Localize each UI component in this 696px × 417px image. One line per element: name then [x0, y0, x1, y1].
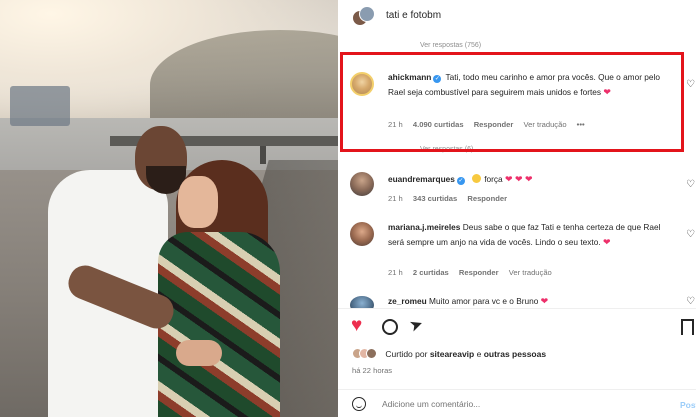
post-button[interactable]: Postar [680, 400, 696, 410]
heart-emoji-icon: ❤ [540, 296, 549, 306]
liked-by-prefix: Curtido por [385, 349, 428, 359]
share-icon[interactable]: ➤ [407, 315, 426, 336]
photo-woman-dress [158, 232, 280, 417]
comment-composer: Postar [338, 391, 696, 417]
avatar[interactable] [350, 222, 374, 246]
liked-by-others[interactable]: outras pessoas [484, 349, 546, 359]
liked-by-summary: Curtido por siteareavip e outras pessoas [352, 348, 546, 362]
comment-icon[interactable] [382, 319, 398, 335]
comment-text-block: mariana.j.meireles Deus sabe o que faz T… [388, 220, 678, 250]
avatar [359, 6, 375, 22]
avatar [366, 348, 377, 359]
post-photo [0, 0, 338, 417]
avatar[interactable] [350, 172, 374, 196]
divider [338, 308, 696, 309]
view-replies-faded[interactable]: Ver respostas (756) [420, 42, 481, 49]
heart-emoji-icon: ❤ ❤ ❤ [504, 174, 533, 184]
translate-link[interactable]: Ver tradução [509, 268, 552, 277]
photo-boat [10, 86, 70, 126]
comment-input[interactable] [382, 399, 622, 409]
comment-like-heart-icon[interactable]: ♡ [686, 80, 696, 90]
comment-like-heart-icon[interactable]: ♡ [686, 180, 696, 190]
comment-like-heart-icon[interactable]: ♡ [686, 230, 696, 240]
comment-item: euandremarques ✓ força ❤ ❤ ❤ 21 h 343 cur… [338, 170, 696, 210]
comment-text-block: ze_romeu Muito amor para vc e o Bruno ❤ [388, 294, 678, 308]
divider [338, 389, 696, 390]
comment-item: ze_romeu Muito amor para vc e o Bruno ❤ … [338, 294, 696, 308]
hugging-face-emoji-icon [472, 174, 482, 183]
reply-button[interactable]: Responder [467, 194, 507, 203]
comment-likes[interactable]: 2 curtidas [413, 268, 449, 277]
comment-username[interactable]: euandremarques [388, 174, 455, 184]
post-author-title[interactable]: tati e fotobm [386, 10, 441, 21]
comment-time: 21 h [388, 194, 403, 203]
verified-badge-icon: ✓ [456, 177, 465, 185]
bookmark-icon[interactable] [681, 319, 694, 335]
comment-meta: 21 h 343 curtidas Responder [388, 194, 515, 203]
post-header: tati e fotobm [338, 0, 696, 36]
heart-filled-icon[interactable]: ♥ [351, 316, 362, 336]
photo-woman-hand [176, 340, 222, 366]
comment-likes[interactable]: 343 curtidas [413, 194, 457, 203]
comment-text: Muito amor para vc e o Bruno [429, 296, 539, 306]
comment-time: 21 h [388, 268, 403, 277]
comment-username[interactable]: mariana.j.meireles [388, 222, 460, 232]
comment-username[interactable]: ze_romeu [388, 296, 427, 306]
comment-item: mariana.j.meireles Deus sabe o que faz T… [338, 220, 696, 282]
post-actions-bar: ♥ ➤ [338, 315, 696, 338]
photo-pier-leg [260, 146, 266, 164]
heart-emoji-icon: ❤ [602, 237, 611, 247]
collab-avatars[interactable] [352, 6, 375, 28]
liked-by-joiner: e [476, 349, 482, 359]
avatar[interactable] [350, 296, 374, 308]
comment-meta: 21 h 2 curtidas Responder Ver tradução [388, 268, 560, 277]
comment-text-block: euandremarques ✓ força ❤ ❤ ❤ [388, 172, 678, 187]
emoji-picker-icon[interactable] [352, 397, 366, 411]
photo-woman-face [178, 176, 218, 228]
reply-button[interactable]: Responder [459, 268, 499, 277]
comment-like-heart-icon[interactable]: ♡ [686, 297, 696, 307]
liked-by-user[interactable]: siteareavip [430, 349, 474, 359]
highlight-box [340, 52, 684, 152]
post-time-ago[interactable]: há 22 horas [352, 366, 392, 375]
comment-text: força [484, 174, 503, 184]
